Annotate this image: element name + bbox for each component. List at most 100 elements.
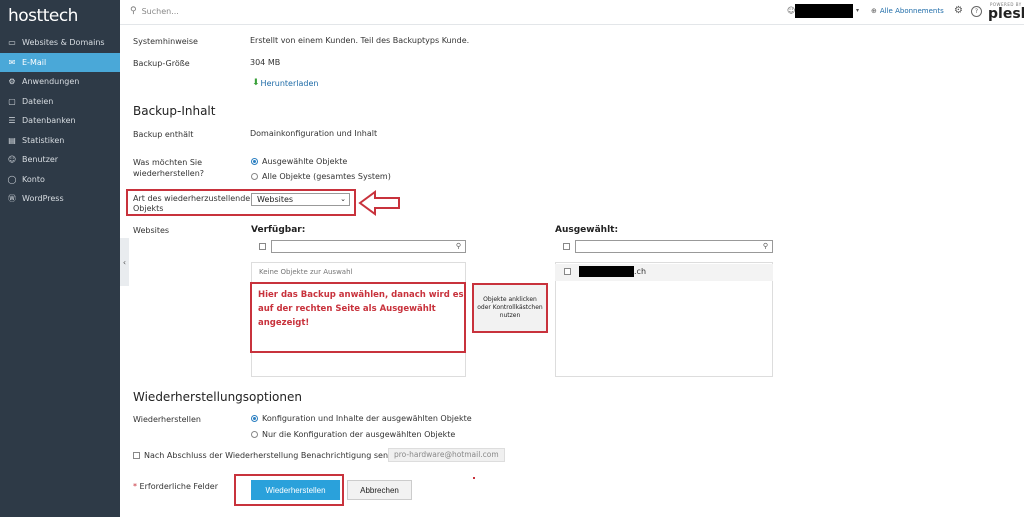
gear-icon: ⚙ bbox=[8, 77, 16, 87]
notify-checkbox[interactable] bbox=[133, 452, 140, 459]
radio-label: Nur die Konfiguration der ausgewählten O… bbox=[262, 430, 456, 439]
sidebar-item-statistiken[interactable]: ▤ Statistiken bbox=[0, 131, 120, 151]
sidebar-item-label: Datenbanken bbox=[22, 116, 76, 126]
search-icon: ⚲ bbox=[130, 6, 137, 16]
radio-dot bbox=[251, 415, 258, 422]
radio-config-and-content[interactable]: Konfiguration und Inhalte der ausgewählt… bbox=[251, 414, 472, 423]
help-icon[interactable]: ? bbox=[971, 6, 982, 17]
search-icon: ⚲ bbox=[762, 242, 768, 250]
radio-label: Ausgewählte Objekte bbox=[262, 157, 348, 166]
sidebar-item-email[interactable]: ✉ E-Mail bbox=[0, 52, 120, 72]
user-icon: ☺ bbox=[7, 155, 17, 165]
radio-selected-objects[interactable]: Ausgewählte Objekte bbox=[251, 157, 347, 166]
database-icon: ☰ bbox=[8, 116, 16, 126]
download-link-label: Herunterladen bbox=[260, 78, 319, 88]
chevron-down-icon: ⌄ bbox=[340, 195, 346, 203]
globe-icon: ⊕ bbox=[871, 7, 877, 15]
sidebar-nav: ▭ Websites & Domains ✉ E-Mail ⚙ Anwendun… bbox=[0, 33, 120, 209]
backup-content-heading: Backup-Inhalt bbox=[133, 104, 216, 118]
restore-what-label-line2: wiederherstellen? bbox=[133, 169, 205, 178]
radio-dot bbox=[251, 158, 258, 165]
object-type-select[interactable]: Websites ⌄ bbox=[251, 193, 350, 206]
available-select-all-checkbox[interactable] bbox=[259, 243, 266, 250]
sidebar-item-label: Websites & Domains bbox=[22, 38, 105, 48]
sidebar-collapse-handle[interactable]: ‹ bbox=[120, 238, 129, 286]
annotation-note: Objekte anklicken oder Kontrollkästchen … bbox=[472, 283, 548, 333]
notify-checkbox-row[interactable]: Nach Abschluss der Wiederherstellung Ben… bbox=[133, 451, 416, 460]
notify-email-field[interactable]: pro-hardware@hotmail.com bbox=[388, 448, 505, 462]
sidebar-item-wordpress[interactable]: Ⓦ WordPress bbox=[0, 189, 120, 209]
radio-dot bbox=[251, 173, 258, 180]
restore-label: Wiederherstellen bbox=[133, 415, 201, 424]
sidebar-item-label: WordPress bbox=[22, 194, 64, 204]
object-type-label-line2: Objekts bbox=[133, 204, 164, 213]
radio-label: Konfiguration und Inhalte der ausgewählt… bbox=[262, 414, 472, 423]
selected-search-input[interactable]: ⚲ bbox=[575, 240, 773, 253]
sidebar-item-benutzer[interactable]: ☺ Benutzer bbox=[0, 150, 120, 170]
object-type-label-line1: Art des wiederherzustellenden bbox=[133, 194, 256, 203]
radio-all-objects[interactable]: Alle Objekte (gesamtes System) bbox=[251, 172, 391, 181]
backup-size-label: Backup-Größe bbox=[133, 59, 190, 68]
user-name-redacted[interactable] bbox=[795, 4, 853, 18]
subscriptions-label: Alle Abonnements bbox=[879, 7, 944, 15]
available-search-input[interactable]: ⚲ bbox=[271, 240, 466, 253]
chevron-left-icon: ‹ bbox=[122, 257, 127, 267]
required-label: Erforderliche Felder bbox=[139, 482, 219, 491]
system-notes-label: Systemhinweise bbox=[133, 37, 198, 46]
selected-title: Ausgewählt: bbox=[555, 225, 619, 235]
sidebar-item-label: Anwendungen bbox=[22, 77, 80, 87]
sidebar-item-label: E-Mail bbox=[22, 57, 47, 67]
backup-contains-label: Backup enthält bbox=[133, 130, 194, 139]
subscriptions-link[interactable]: ⊕ Alle Abonnements bbox=[871, 7, 944, 15]
folder-icon: ▢ bbox=[8, 96, 16, 106]
sidebar-item-label: Konto bbox=[22, 174, 45, 184]
sidebar-item-websites-domains[interactable]: ▭ Websites & Domains bbox=[0, 33, 120, 53]
required-fields-note: * Erforderliche Felder bbox=[133, 482, 218, 491]
notify-label: Nach Abschluss der Wiederherstellung Ben… bbox=[144, 451, 416, 460]
account-icon: ◯ bbox=[7, 174, 17, 184]
chevron-down-icon[interactable]: ▾ bbox=[856, 7, 859, 14]
annotation-arrow-left-icon bbox=[358, 190, 400, 216]
plesk-logo: plesk bbox=[988, 6, 1024, 22]
monitor-icon: ▭ bbox=[8, 38, 16, 48]
restore-options-heading: Wiederherstellungsoptionen bbox=[133, 390, 302, 404]
backup-contains-value: Domainkonfiguration und Inhalt bbox=[250, 129, 378, 138]
selected-select-all-checkbox[interactable] bbox=[563, 243, 570, 250]
search-input[interactable]: ⚲ Suchen... bbox=[130, 6, 179, 16]
available-title: Verfügbar: bbox=[251, 225, 306, 235]
download-icon: ⬇ bbox=[252, 78, 260, 88]
object-type-label: Art des wiederherzustellenden Objekts bbox=[133, 194, 255, 214]
chart-icon: ▤ bbox=[8, 135, 16, 145]
system-notes-value: Erstellt von einem Kunden. Teil des Back… bbox=[250, 36, 470, 45]
sidebar-item-label: Benutzer bbox=[22, 155, 59, 165]
sidebar-item-label: Statistiken bbox=[22, 135, 65, 145]
sidebar-item-anwendungen[interactable]: ⚙ Anwendungen bbox=[0, 72, 120, 92]
support-icon[interactable]: ⚙ bbox=[954, 5, 963, 16]
search-placeholder: Suchen... bbox=[141, 6, 179, 16]
selected-item-suffix: .ch bbox=[634, 267, 647, 276]
radio-config-only[interactable]: Nur die Konfiguration der ausgewählten O… bbox=[251, 430, 455, 439]
sidebar: hosttech ▭ Websites & Domains ✉ E-Mail ⚙… bbox=[0, 0, 120, 517]
object-type-selected: Websites bbox=[257, 195, 294, 204]
radio-dot bbox=[251, 431, 258, 438]
selected-item-name-redacted bbox=[579, 266, 634, 277]
restore-button[interactable]: Wiederherstellen bbox=[251, 480, 340, 500]
radio-label: Alle Objekte (gesamtes System) bbox=[262, 172, 391, 181]
sidebar-item-datenbanken[interactable]: ☰ Datenbanken bbox=[0, 111, 120, 131]
sidebar-item-konto[interactable]: ◯ Konto bbox=[0, 170, 120, 190]
websites-label: Websites bbox=[133, 226, 170, 235]
backup-size-value: 304 MB bbox=[250, 58, 281, 67]
sidebar-item-dateien[interactable]: ▢ Dateien bbox=[0, 92, 120, 112]
restore-what-label: Was möchten Sie wiederherstellen? bbox=[133, 157, 204, 179]
hosttech-logo[interactable]: hosttech bbox=[8, 6, 78, 26]
available-empty-text: Keine Objekte zur Auswahl bbox=[259, 268, 353, 276]
download-link[interactable]: ⬇ Herunterladen bbox=[252, 78, 318, 88]
required-star: * bbox=[133, 482, 137, 491]
annotation-main-text: Hier das Backup anwählen, danach wird es… bbox=[258, 290, 464, 328]
selected-item-checkbox[interactable] bbox=[564, 268, 571, 275]
search-icon: ⚲ bbox=[455, 242, 461, 250]
wordpress-icon: Ⓦ bbox=[8, 194, 16, 204]
annotation-dot bbox=[473, 477, 475, 479]
cancel-button[interactable]: Abbrechen bbox=[347, 480, 412, 500]
top-bar: ⚲ Suchen... ☺ ▾ ⊕ Alle Abonnements ⚙ ? P… bbox=[120, 0, 1024, 25]
